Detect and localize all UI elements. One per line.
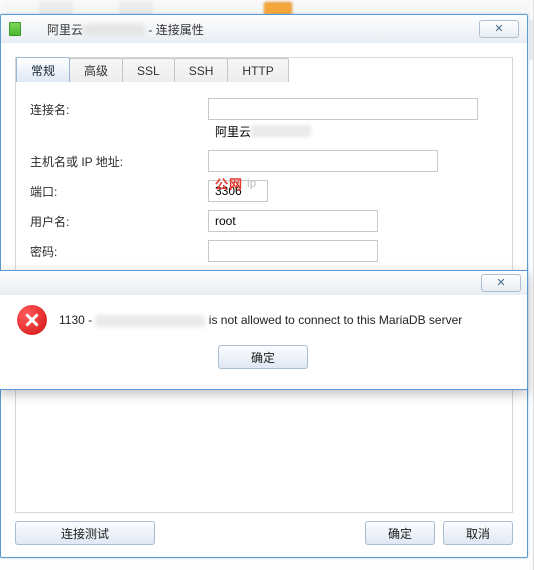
tab-ssh[interactable]: SSH (174, 58, 229, 82)
host-input[interactable] (208, 150, 438, 172)
error-message: 1130 - is not allowed to connect to this… (59, 313, 462, 327)
tab-strip: 常规 高级 SSL SSH HTTP (16, 57, 288, 81)
error-ok-button[interactable]: 确定 (218, 345, 308, 369)
tab-http[interactable]: HTTP (227, 58, 288, 82)
error-dialog: ✕ 1130 - is not allowed to connect to th… (0, 270, 528, 390)
error-dialog-titlebar[interactable]: ✕ (0, 271, 527, 295)
port-input[interactable] (208, 180, 268, 202)
error-code: 1130 - (59, 313, 95, 327)
port-label: 端口: (30, 183, 208, 200)
tab-ssl[interactable]: SSL (122, 58, 175, 82)
title-prefix: 阿里云 (47, 23, 83, 37)
ok-button[interactable]: 确定 (365, 521, 435, 545)
test-connection-button[interactable]: 连接测试 (15, 521, 155, 545)
error-suffix: is not allowed to connect to this MariaD… (205, 313, 462, 327)
user-input[interactable] (208, 210, 378, 232)
form-area: 连接名: 阿里云 主机名或 IP 地址: 公网ip (30, 98, 498, 289)
dialog-button-row: 连接测试 确定 取消 (15, 521, 513, 545)
tab-advanced[interactable]: 高级 (69, 58, 123, 82)
password-label: 密码: (30, 243, 208, 260)
title-redacted (83, 24, 145, 36)
tab-general[interactable]: 常规 (16, 57, 70, 82)
connection-name-value: 阿里云 (215, 123, 251, 140)
window-title: 阿里云 - 连接属性 (27, 7, 204, 52)
password-input[interactable] (208, 240, 378, 262)
connection-name-input[interactable] (208, 98, 478, 120)
database-icon (9, 22, 21, 36)
cancel-button[interactable]: 取消 (443, 521, 513, 545)
user-label: 用户名: (30, 213, 208, 230)
error-icon (17, 305, 47, 335)
error-close-button[interactable]: ✕ (481, 274, 521, 292)
title-suffix: - 连接属性 (145, 23, 204, 37)
close-icon: ✕ (496, 278, 505, 289)
connection-name-redacted (251, 125, 311, 137)
window-titlebar[interactable]: 阿里云 - 连接属性 ✕ (1, 15, 527, 43)
close-button[interactable]: ✕ (479, 20, 519, 38)
host-label: 主机名或 IP 地址: (30, 153, 208, 170)
close-icon: ✕ (494, 24, 503, 35)
error-host-redacted (95, 315, 205, 327)
connection-name-label: 连接名: (30, 101, 208, 118)
